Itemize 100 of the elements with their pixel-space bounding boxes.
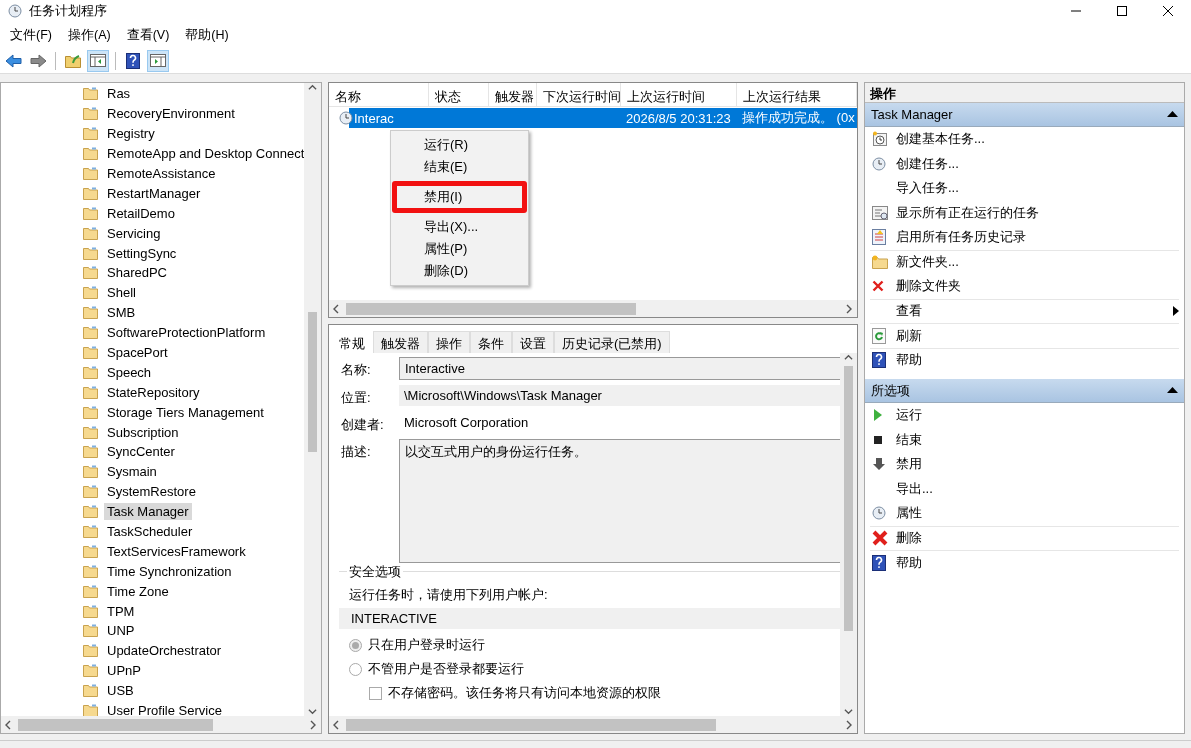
tab[interactable]: 设置: [512, 331, 554, 353]
action-link[interactable]: 帮助: [896, 351, 922, 370]
tree-item[interactable]: SettingSync: [104, 244, 180, 262]
tab[interactable]: 操作: [428, 331, 470, 353]
action-link[interactable]: 查看: [896, 302, 922, 321]
panel-icon[interactable]: [87, 49, 109, 72]
action-link[interactable]: 导出...: [896, 479, 933, 498]
action-link[interactable]: 删除文件夹: [896, 277, 961, 296]
menu-item[interactable]: 运行(R): [391, 134, 528, 156]
tree-item[interactable]: Time Zone: [104, 582, 172, 600]
name-field[interactable]: Interactive: [399, 357, 840, 380]
action-link[interactable]: 禁用: [896, 455, 922, 474]
tree-item[interactable]: RemoteAssistance: [104, 165, 219, 182]
menu-item[interactable]: 帮助(H): [177, 23, 237, 47]
tree-item[interactable]: Sysmain: [104, 463, 160, 481]
tree-item[interactable]: Subscription: [104, 423, 182, 441]
scroll-up-icon[interactable]: [308, 83, 317, 92]
column-header[interactable]: 名称: [329, 83, 429, 106]
tree-item[interactable]: Servicing: [104, 224, 164, 242]
menu-item[interactable]: 禁用(I): [397, 186, 522, 208]
scrollbar[interactable]: [304, 83, 321, 716]
radio-button[interactable]: [349, 662, 362, 676]
scroll-thumb[interactable]: [844, 366, 853, 631]
scroll-right-icon[interactable]: [846, 719, 853, 730]
scroll-thumb[interactable]: [346, 302, 636, 315]
menu-item[interactable]: 属性(P): [391, 238, 528, 260]
tree-item[interactable]: TPM: [104, 602, 138, 620]
action-link[interactable]: 属性: [896, 504, 922, 523]
tree-item[interactable]: SystemRestore: [104, 483, 199, 501]
scrollbar[interactable]: [1, 716, 321, 733]
scroll-right-icon[interactable]: [310, 719, 317, 730]
action-link[interactable]: 运行: [896, 406, 922, 425]
tree-item[interactable]: SMB: [104, 304, 139, 322]
menu-item[interactable]: 操作(A): [59, 23, 119, 47]
column-header[interactable]: 触发器: [489, 83, 537, 106]
tree-item[interactable]: TextServicesFramework: [104, 542, 249, 560]
description-field[interactable]: 以交互式用户的身份运行任务。: [399, 439, 840, 563]
tree-item[interactable]: TaskScheduler: [104, 523, 196, 541]
panel-icon[interactable]: [147, 49, 169, 72]
tab[interactable]: 触发器: [373, 331, 428, 353]
scroll-right-icon[interactable]: [846, 303, 853, 314]
tree-item[interactable]: Time Synchronization: [104, 562, 235, 580]
tree-item[interactable]: SyncCenter: [104, 443, 178, 461]
tree-item[interactable]: Ras: [104, 85, 134, 103]
scroll-thumb[interactable]: [308, 312, 317, 452]
column-header[interactable]: 状态: [429, 83, 489, 106]
action-link[interactable]: 结束: [896, 430, 922, 449]
tree-item[interactable]: RecoveryEnvironment: [104, 105, 238, 123]
tree-item[interactable]: UNP: [104, 622, 138, 640]
action-link[interactable]: 帮助: [896, 553, 922, 572]
table-row[interactable]: Interac 2026/8/5 20:31:23 操作成功完成。 (0x: [349, 108, 857, 128]
checkbox[interactable]: [369, 686, 382, 700]
tree-item[interactable]: StateRepository: [104, 383, 203, 401]
action-link[interactable]: 导入任务...: [896, 179, 959, 198]
action-link[interactable]: 创建任务...: [896, 154, 959, 173]
column-header[interactable]: 上次运行结果: [737, 83, 857, 106]
action-link[interactable]: 删除: [896, 529, 922, 548]
tree-item[interactable]: USB: [104, 682, 137, 700]
radio-button[interactable]: [349, 638, 362, 652]
tree-item[interactable]: RestartManager: [104, 184, 204, 202]
tab[interactable]: 条件: [470, 331, 512, 353]
scroll-up-icon[interactable]: [844, 353, 853, 362]
tree-item[interactable]: Storage Tiers Management: [104, 403, 267, 421]
scrollbar[interactable]: [329, 716, 857, 733]
scroll-down-icon[interactable]: [844, 707, 853, 716]
action-link[interactable]: 创建基本任务...: [896, 130, 985, 149]
tree-item[interactable]: Shell: [104, 284, 139, 302]
menu-item[interactable]: 查看(V): [118, 23, 178, 47]
action-link[interactable]: 显示所有正在运行的任务: [896, 203, 1039, 222]
tree-item[interactable]: Task Manager: [104, 503, 192, 521]
action-link[interactable]: 新文件夹...: [896, 253, 959, 272]
tree-item[interactable]: UpdateOrchestrator: [104, 642, 225, 660]
scroll-thumb[interactable]: [18, 718, 213, 731]
tree-item[interactable]: SharedPC: [104, 264, 170, 282]
tree-item[interactable]: SpacePort: [104, 344, 171, 361]
tab[interactable]: 历史记录(已禁用): [554, 331, 670, 353]
action-link[interactable]: 刷新: [896, 326, 922, 345]
tree-item[interactable]: User Profile Service: [104, 702, 225, 716]
scroll-thumb[interactable]: [346, 718, 716, 731]
scrollbar[interactable]: [329, 300, 857, 317]
column-header[interactable]: 下次运行时间: [537, 83, 621, 106]
scroll-left-icon[interactable]: [333, 303, 340, 314]
tree-item[interactable]: Registry: [104, 125, 158, 143]
menu-item[interactable]: 文件(F): [2, 23, 60, 47]
menu-item[interactable]: 删除(D): [391, 260, 528, 282]
tree-item[interactable]: SoftwareProtectionPlatform: [104, 324, 269, 342]
collapse-icon[interactable]: [1167, 111, 1178, 118]
tree-item[interactable]: UPnP: [104, 662, 144, 680]
column-header[interactable]: 上次运行时间: [621, 83, 737, 106]
folder-icon: [83, 604, 98, 618]
menu-item[interactable]: 结束(E): [391, 156, 528, 178]
action-link[interactable]: 启用所有任务历史记录: [896, 228, 1026, 247]
tree-item[interactable]: RetailDemo: [104, 204, 178, 222]
scroll-left-icon[interactable]: [333, 719, 340, 730]
menu-item[interactable]: 导出(X)...: [391, 216, 528, 238]
collapse-icon[interactable]: [1167, 387, 1178, 394]
scroll-down-icon[interactable]: [308, 707, 317, 716]
tree-item[interactable]: RemoteApp and Desktop Connect: [104, 145, 304, 163]
scroll-left-icon[interactable]: [5, 719, 12, 730]
tree-item[interactable]: Speech: [104, 363, 155, 381]
